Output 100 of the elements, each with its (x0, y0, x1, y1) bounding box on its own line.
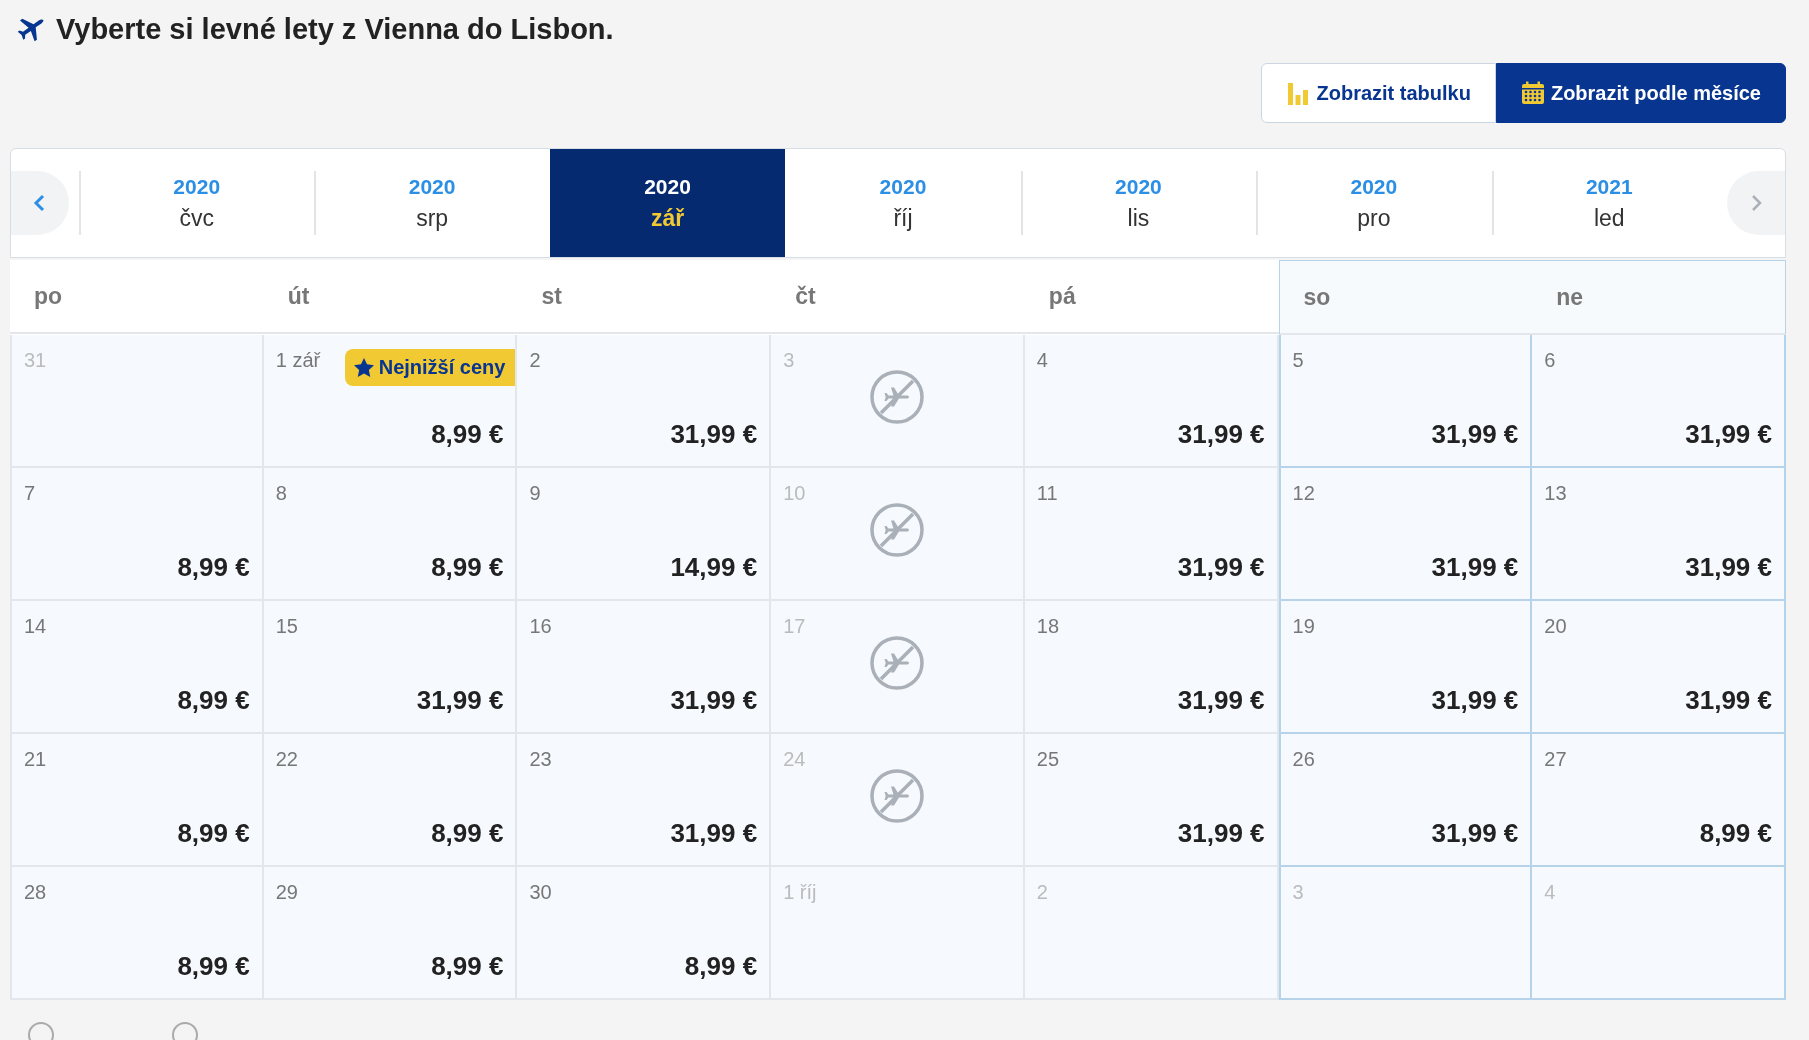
flight-price: 31,99 € (670, 419, 758, 450)
day-number: 3 (783, 349, 795, 372)
flight-price: 31,99 € (1431, 818, 1519, 849)
no-flights-icon (869, 635, 925, 691)
calendar-day-cell[interactable]: 15 31,99 € (263, 601, 518, 734)
flight-price: 31,99 € (1431, 685, 1519, 716)
weekday-header: ne (1532, 260, 1786, 335)
month-tab[interactable]: 2020 pro (1256, 149, 1492, 257)
day-number: 8 (275, 482, 287, 505)
month-tab[interactable]: 2020 čvc (79, 149, 315, 257)
no-flights-icon (869, 768, 925, 824)
day-number: 11 (1036, 482, 1058, 505)
calendar-day-cell[interactable]: 25 31,99 € (1024, 734, 1279, 867)
flight-price: 31,99 € (1685, 419, 1772, 450)
flight-price: 8,99 € (177, 685, 250, 716)
day-number: 14 (24, 615, 47, 638)
calendar-day-cell[interactable]: 30 8,99 € (517, 867, 772, 1000)
day-number: 2 (529, 349, 541, 372)
badge-label: Nejnižší ceny (378, 356, 506, 379)
calendar-day-cell[interactable]: 11 31,99 € (1024, 468, 1279, 601)
calendar-day-cell[interactable]: 14 8,99 € (10, 601, 264, 734)
calendar-day-cell[interactable]: 5 31,99 € (1278, 335, 1533, 468)
calendar-day-cell[interactable]: 27 8,99 € (1532, 734, 1786, 867)
day-number: 12 (1292, 482, 1315, 505)
calendar-day-cell[interactable]: 21 8,99 € (10, 734, 264, 867)
flight-price: 31,99 € (1177, 419, 1265, 450)
day-number: 15 (275, 615, 298, 638)
flight-price: 31,99 € (670, 685, 758, 716)
calendar-day-cell[interactable]: 20 31,99 € (1532, 601, 1786, 734)
day-number: 20 (1544, 615, 1567, 638)
next-button[interactable] (1726, 171, 1785, 235)
view-toggle-button[interactable]: Zobrazit tabulku (1261, 63, 1496, 123)
calendar-day-cell[interactable]: 12 31,99 € (1278, 468, 1533, 601)
flight-price: 31,99 € (1685, 685, 1772, 716)
day-number: 22 (275, 748, 298, 771)
calendar-day-cell[interactable]: 8 8,99 € (263, 468, 518, 601)
day-number: 23 (529, 748, 552, 771)
flight-price: 8,99 € (177, 951, 250, 982)
calendar-day-cell[interactable]: 28 8,99 € (10, 867, 264, 1000)
day-number: 1 říj (783, 881, 817, 904)
calendar-day-cell[interactable]: 26 31,99 € (1278, 734, 1533, 867)
flight-price: 31,99 € (670, 818, 758, 849)
flight-price: 8,99 € (431, 951, 504, 982)
flight-price: 31,99 € (1177, 685, 1265, 716)
calendar-day-cell[interactable]: 4 31,99 € (1024, 335, 1279, 468)
flight-price: 31,99 € (1685, 552, 1772, 583)
month-tab[interactable]: 2021 led (1491, 149, 1727, 257)
day-number: 9 (529, 482, 541, 505)
day-number: 10 (783, 482, 806, 505)
day-number: 21 (24, 748, 47, 771)
day-number: 7 (24, 482, 36, 505)
day-number: 5 (1292, 349, 1304, 372)
month-tab[interactable]: 2020 lis (1020, 149, 1257, 257)
month-tab[interactable]: 2020 srp (314, 149, 550, 257)
calendar-day-cell[interactable]: 16 31,99 € (517, 601, 772, 734)
no-flights-icon (869, 502, 925, 558)
day-number: 29 (275, 881, 298, 904)
calendar-day-cell[interactable]: 9 14,99 € (517, 468, 772, 601)
day-number: 28 (24, 881, 47, 904)
day-number: 4 (1544, 881, 1556, 904)
day-number: 6 (1544, 349, 1556, 372)
calendar-day-cell[interactable]: 18 31,99 € (1024, 601, 1279, 734)
page-title: Vyberte si levné lety z Vienna do Lisbon. (56, 12, 614, 46)
flight-price: 8,99 € (431, 818, 504, 849)
calendar-day-cell[interactable]: 1 zář Nejnižší ceny 8,99 € (263, 335, 518, 468)
day-number: 19 (1292, 615, 1315, 638)
day-number: 13 (1544, 482, 1567, 505)
calendar-day-cell[interactable]: 22 8,99 € (263, 734, 518, 867)
flight-price: 8,99 € (177, 818, 250, 849)
day-number: 17 (783, 615, 806, 638)
previous-button[interactable] (11, 171, 69, 235)
day-number: 18 (1036, 615, 1060, 638)
day-number: 1 zář (275, 349, 321, 372)
day-number: 25 (1036, 748, 1060, 771)
weekday-header: so (1278, 260, 1533, 335)
calendar-day-cell[interactable]: 23 31,99 € (517, 734, 772, 867)
day-number: 2 (1036, 881, 1048, 904)
flight-price: 31,99 € (1431, 419, 1519, 450)
calendar-icon (1520, 81, 1545, 105)
flight-price: 31,99 € (1177, 552, 1265, 583)
calendar-day-cell[interactable]: 19 31,99 € (1278, 601, 1533, 734)
calendar-day-cell[interactable]: 29 8,99 € (263, 867, 518, 1000)
day-number: 27 (1544, 748, 1567, 771)
day-number: 31 (24, 349, 47, 372)
view-toggle-button[interactable]: Zobrazit podle měsíce (1495, 63, 1786, 123)
flight-price: 31,99 € (1177, 818, 1265, 849)
day-number: 4 (1036, 349, 1048, 372)
day-number: 24 (783, 748, 806, 771)
flight-price: 14,99 € (670, 552, 758, 583)
day-number: 26 (1292, 748, 1315, 771)
flight-price: 8,99 € (431, 419, 504, 450)
day-number: 3 (1292, 881, 1304, 904)
day-number: 16 (529, 615, 552, 638)
calendar-day-cell[interactable]: 7 8,99 € (10, 468, 264, 601)
calendar-day-cell[interactable]: 13 31,99 € (1532, 468, 1786, 601)
month-tab[interactable]: 2020 říj (785, 149, 1021, 257)
flight-price: 31,99 € (416, 685, 504, 716)
calendar-day-cell[interactable]: 6 31,99 € (1532, 335, 1786, 468)
calendar-day-cell[interactable]: 2 31,99 € (517, 335, 772, 468)
month-tab[interactable]: 2020 zář (549, 149, 786, 257)
